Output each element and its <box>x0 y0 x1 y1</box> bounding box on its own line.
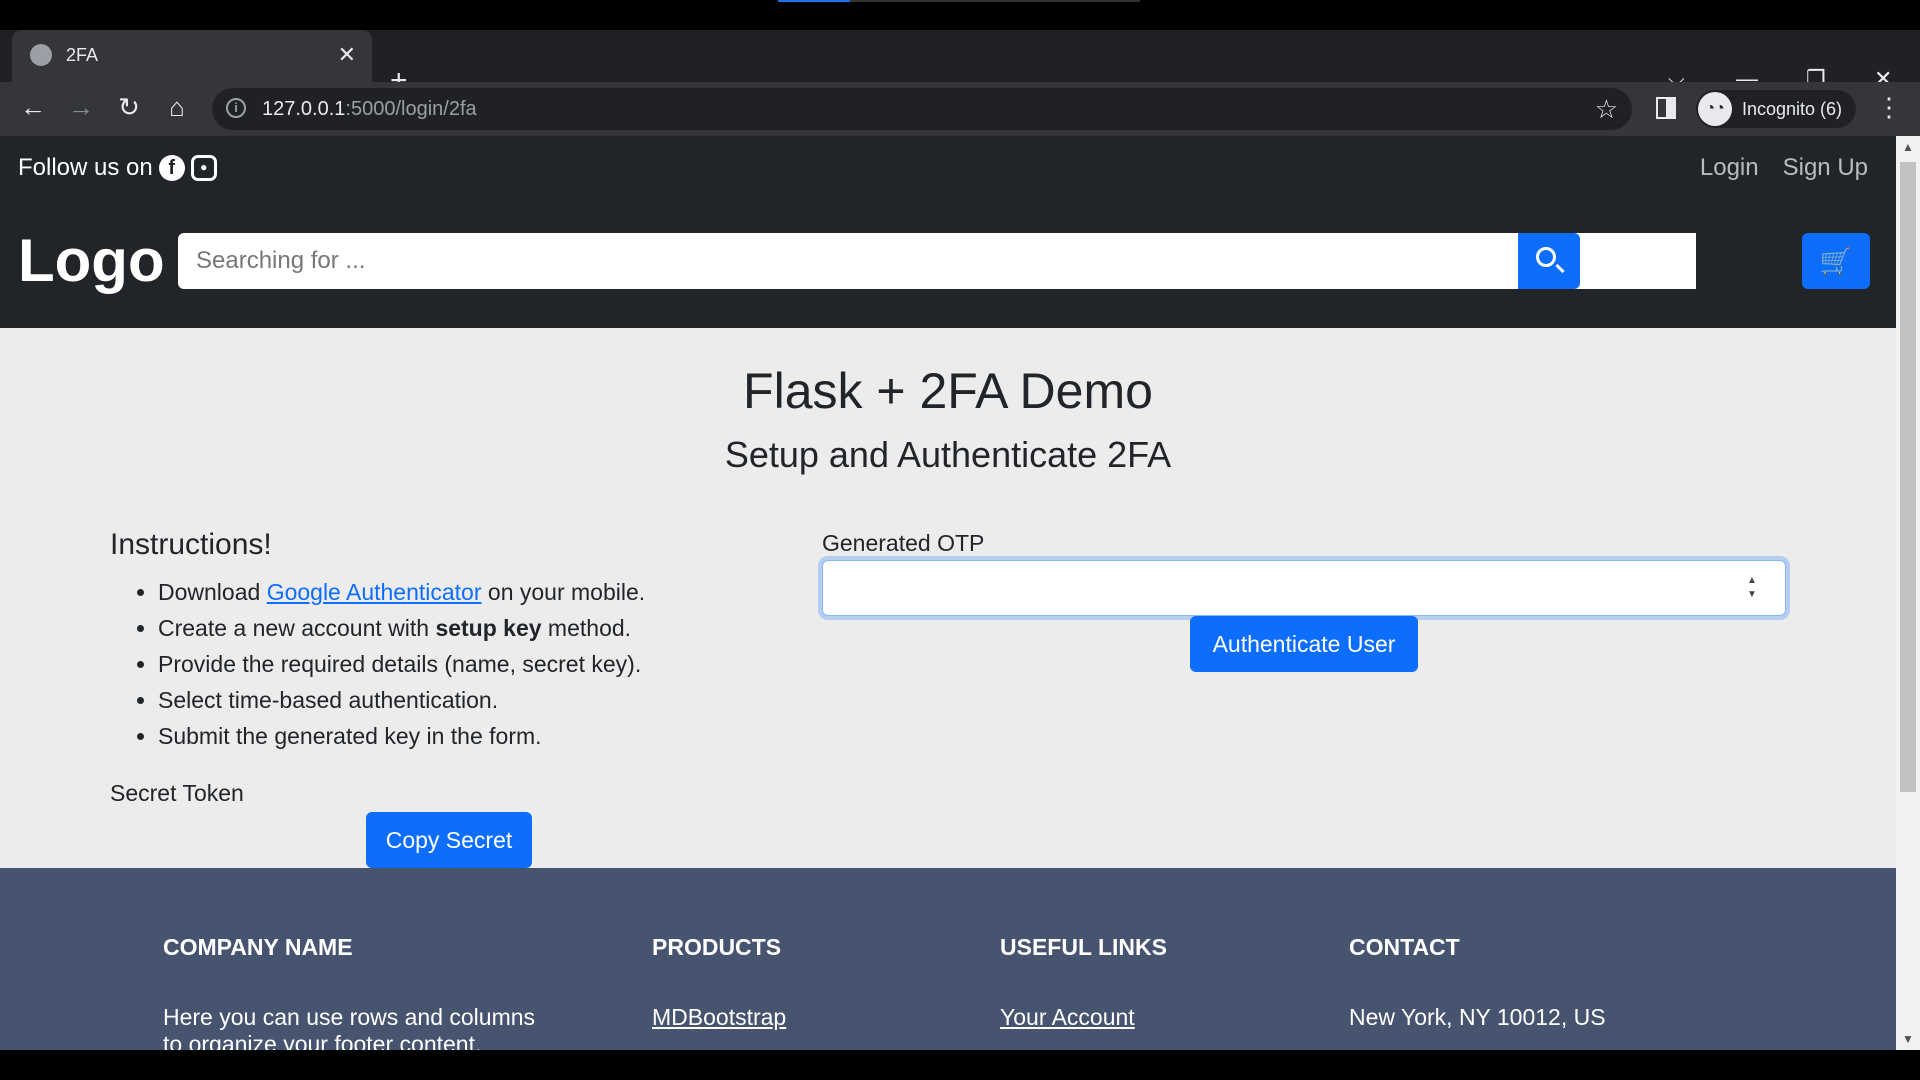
footer-text: MDBootstrap <box>652 1004 786 1031</box>
scroll-up-icon[interactable]: ▲ <box>1902 140 1914 154</box>
browser-tabbar: 2FA ✕ + ⌵ — ❐ ✕ <box>0 30 1920 96</box>
follow-us: Follow us on f ● <box>18 154 217 182</box>
login-link[interactable]: Login <box>1700 154 1759 182</box>
otp-input[interactable] <box>822 560 1786 616</box>
footer-text: Here you can use rows and columns to orga… <box>163 1004 535 1050</box>
instructions-title: Instructions! <box>110 528 272 561</box>
instruction-text: method. <box>541 615 632 641</box>
footer-col-links: USEFUL LINKS Your Account <box>1000 934 1167 1030</box>
url-path: :5000/login/2fa <box>345 98 477 120</box>
search-bar <box>178 233 1696 289</box>
tab-title: 2FA <box>66 45 99 65</box>
your-account-link[interactable]: Your Account <box>1000 1004 1135 1030</box>
stepper-down-icon[interactable]: ▼ <box>1747 589 1757 600</box>
bookmark-star-icon[interactable]: ☆ <box>1595 94 1618 125</box>
search-icon <box>1536 247 1556 267</box>
url-host: 127.0.0.1 <box>262 98 346 120</box>
cart-icon: 🛒 <box>1819 246 1853 276</box>
top-strip <box>0 0 1920 30</box>
instruction-item: Submit the generated key in the form. <box>158 718 645 754</box>
scroll-down-icon[interactable]: ▼ <box>1902 1032 1914 1046</box>
instruction-item: Create a new account with setup key meth… <box>158 610 645 646</box>
reload-icon[interactable]: ↻ <box>112 92 146 123</box>
home-icon[interactable]: ⌂ <box>160 92 194 123</box>
search-input[interactable] <box>178 233 1696 289</box>
footer-col-contact: CONTACT New York, NY 10012, US <box>1349 934 1606 1030</box>
footer-text-line: to organize your footer content. <box>163 1031 482 1050</box>
instruction-text: Download <box>158 579 267 605</box>
site-info-icon[interactable]: i <box>226 98 246 118</box>
browser-menu-icon[interactable]: ⋮ <box>1876 92 1902 123</box>
instruction-item: Provide the required details (name, secr… <box>158 646 645 682</box>
instruction-item: Download Google Authenticator on your mo… <box>158 574 645 610</box>
bottom-strip <box>0 1050 1920 1080</box>
tab-indicator-track <box>850 0 1140 2</box>
footer-heading: USEFUL LINKS <box>1000 934 1167 960</box>
browser-tab[interactable]: 2FA ✕ <box>12 30 372 82</box>
tab-indicator <box>778 0 850 2</box>
address-bar[interactable]: i 127.0.0.1:5000/login/2fa ☆ <box>212 88 1632 130</box>
site-header: Follow us on f ● Login Sign Up Logo 🛒 <box>0 136 1896 328</box>
follow-text: Follow us on <box>18 154 153 181</box>
mdbootstrap-link[interactable]: MDBootstrap <box>652 1004 786 1030</box>
cart-button[interactable]: 🛒 <box>1802 233 1870 289</box>
page-title: Flask + 2FA Demo <box>743 363 1153 419</box>
authenticate-button[interactable]: Authenticate User <box>1190 616 1418 672</box>
page-scrollbar[interactable]: ▲ ▼ <box>1896 136 1920 1050</box>
stepper-up-icon[interactable]: ▲ <box>1747 575 1757 586</box>
instagram-icon[interactable]: ● <box>190 155 217 181</box>
footer-heading: COMPANY NAME <box>163 934 353 960</box>
site-logo[interactable]: Logo <box>18 226 165 295</box>
instruction-bold: setup key <box>435 615 542 641</box>
footer-col-company: COMPANY NAME Here you can use rows and c… <box>163 934 535 1050</box>
footer-text: New York, NY 10012, US <box>1349 1004 1606 1030</box>
profile-label: Incognito (6) <box>1742 99 1843 119</box>
auth-links: Login Sign Up <box>1700 154 1868 182</box>
search-button[interactable] <box>1518 233 1580 289</box>
otp-label: Generated OTP <box>822 530 985 556</box>
footer-text-line: Here you can use rows and columns <box>163 1004 536 1030</box>
copy-secret-button[interactable]: Copy Secret <box>366 812 532 868</box>
otp-stepper[interactable]: ▲ ▼ <box>1744 574 1760 604</box>
url-text: 127.0.0.1:5000/login/2fa <box>262 98 477 121</box>
scrollbar-thumb[interactable] <box>1900 162 1916 792</box>
profile-button[interactable]: ◔◔ Incognito (6) <box>1696 90 1856 128</box>
secret-token-label: Secret Token <box>110 780 244 806</box>
incognito-icon: ◔◔ <box>1698 92 1732 126</box>
side-panel-icon[interactable] <box>1656 97 1676 119</box>
browser-toolbar: ← → ↻ ⌂ i 127.0.0.1:5000/login/2fa ☆ ◔◔ … <box>0 82 1920 136</box>
page-viewport: Follow us on f ● Login Sign Up Logo 🛒 Fl… <box>0 136 1896 1050</box>
back-icon[interactable]: ← <box>16 92 50 123</box>
signup-link[interactable]: Sign Up <box>1783 154 1868 182</box>
google-authenticator-link[interactable]: Google Authenticator <box>267 579 482 605</box>
close-tab-icon[interactable]: ✕ <box>338 42 356 68</box>
instruction-item: Select time-based authentication. <box>158 682 645 718</box>
instructions-list: Download Google Authenticator on your mo… <box>158 574 645 754</box>
globe-icon <box>30 44 52 66</box>
footer-heading: CONTACT <box>1349 934 1460 960</box>
screen: 2FA ✕ + ⌵ — ❐ ✕ ← → ↻ ⌂ i 127.0.0.1:5000… <box>0 0 1920 1080</box>
facebook-icon[interactable]: f <box>158 155 185 181</box>
footer-heading: PRODUCTS <box>652 934 782 960</box>
forward-icon[interactable]: → <box>64 92 98 123</box>
page-subtitle: Setup and Authenticate 2FA <box>724 434 1172 475</box>
site-footer: COMPANY NAME Here you can use rows and c… <box>0 868 1896 1050</box>
instruction-text: Create a new account with <box>158 615 436 641</box>
footer-col-products: PRODUCTS MDBootstrap <box>652 934 786 1030</box>
footer-text: Your Account <box>1000 1004 1135 1031</box>
instruction-text: on your mobile. <box>481 579 646 605</box>
